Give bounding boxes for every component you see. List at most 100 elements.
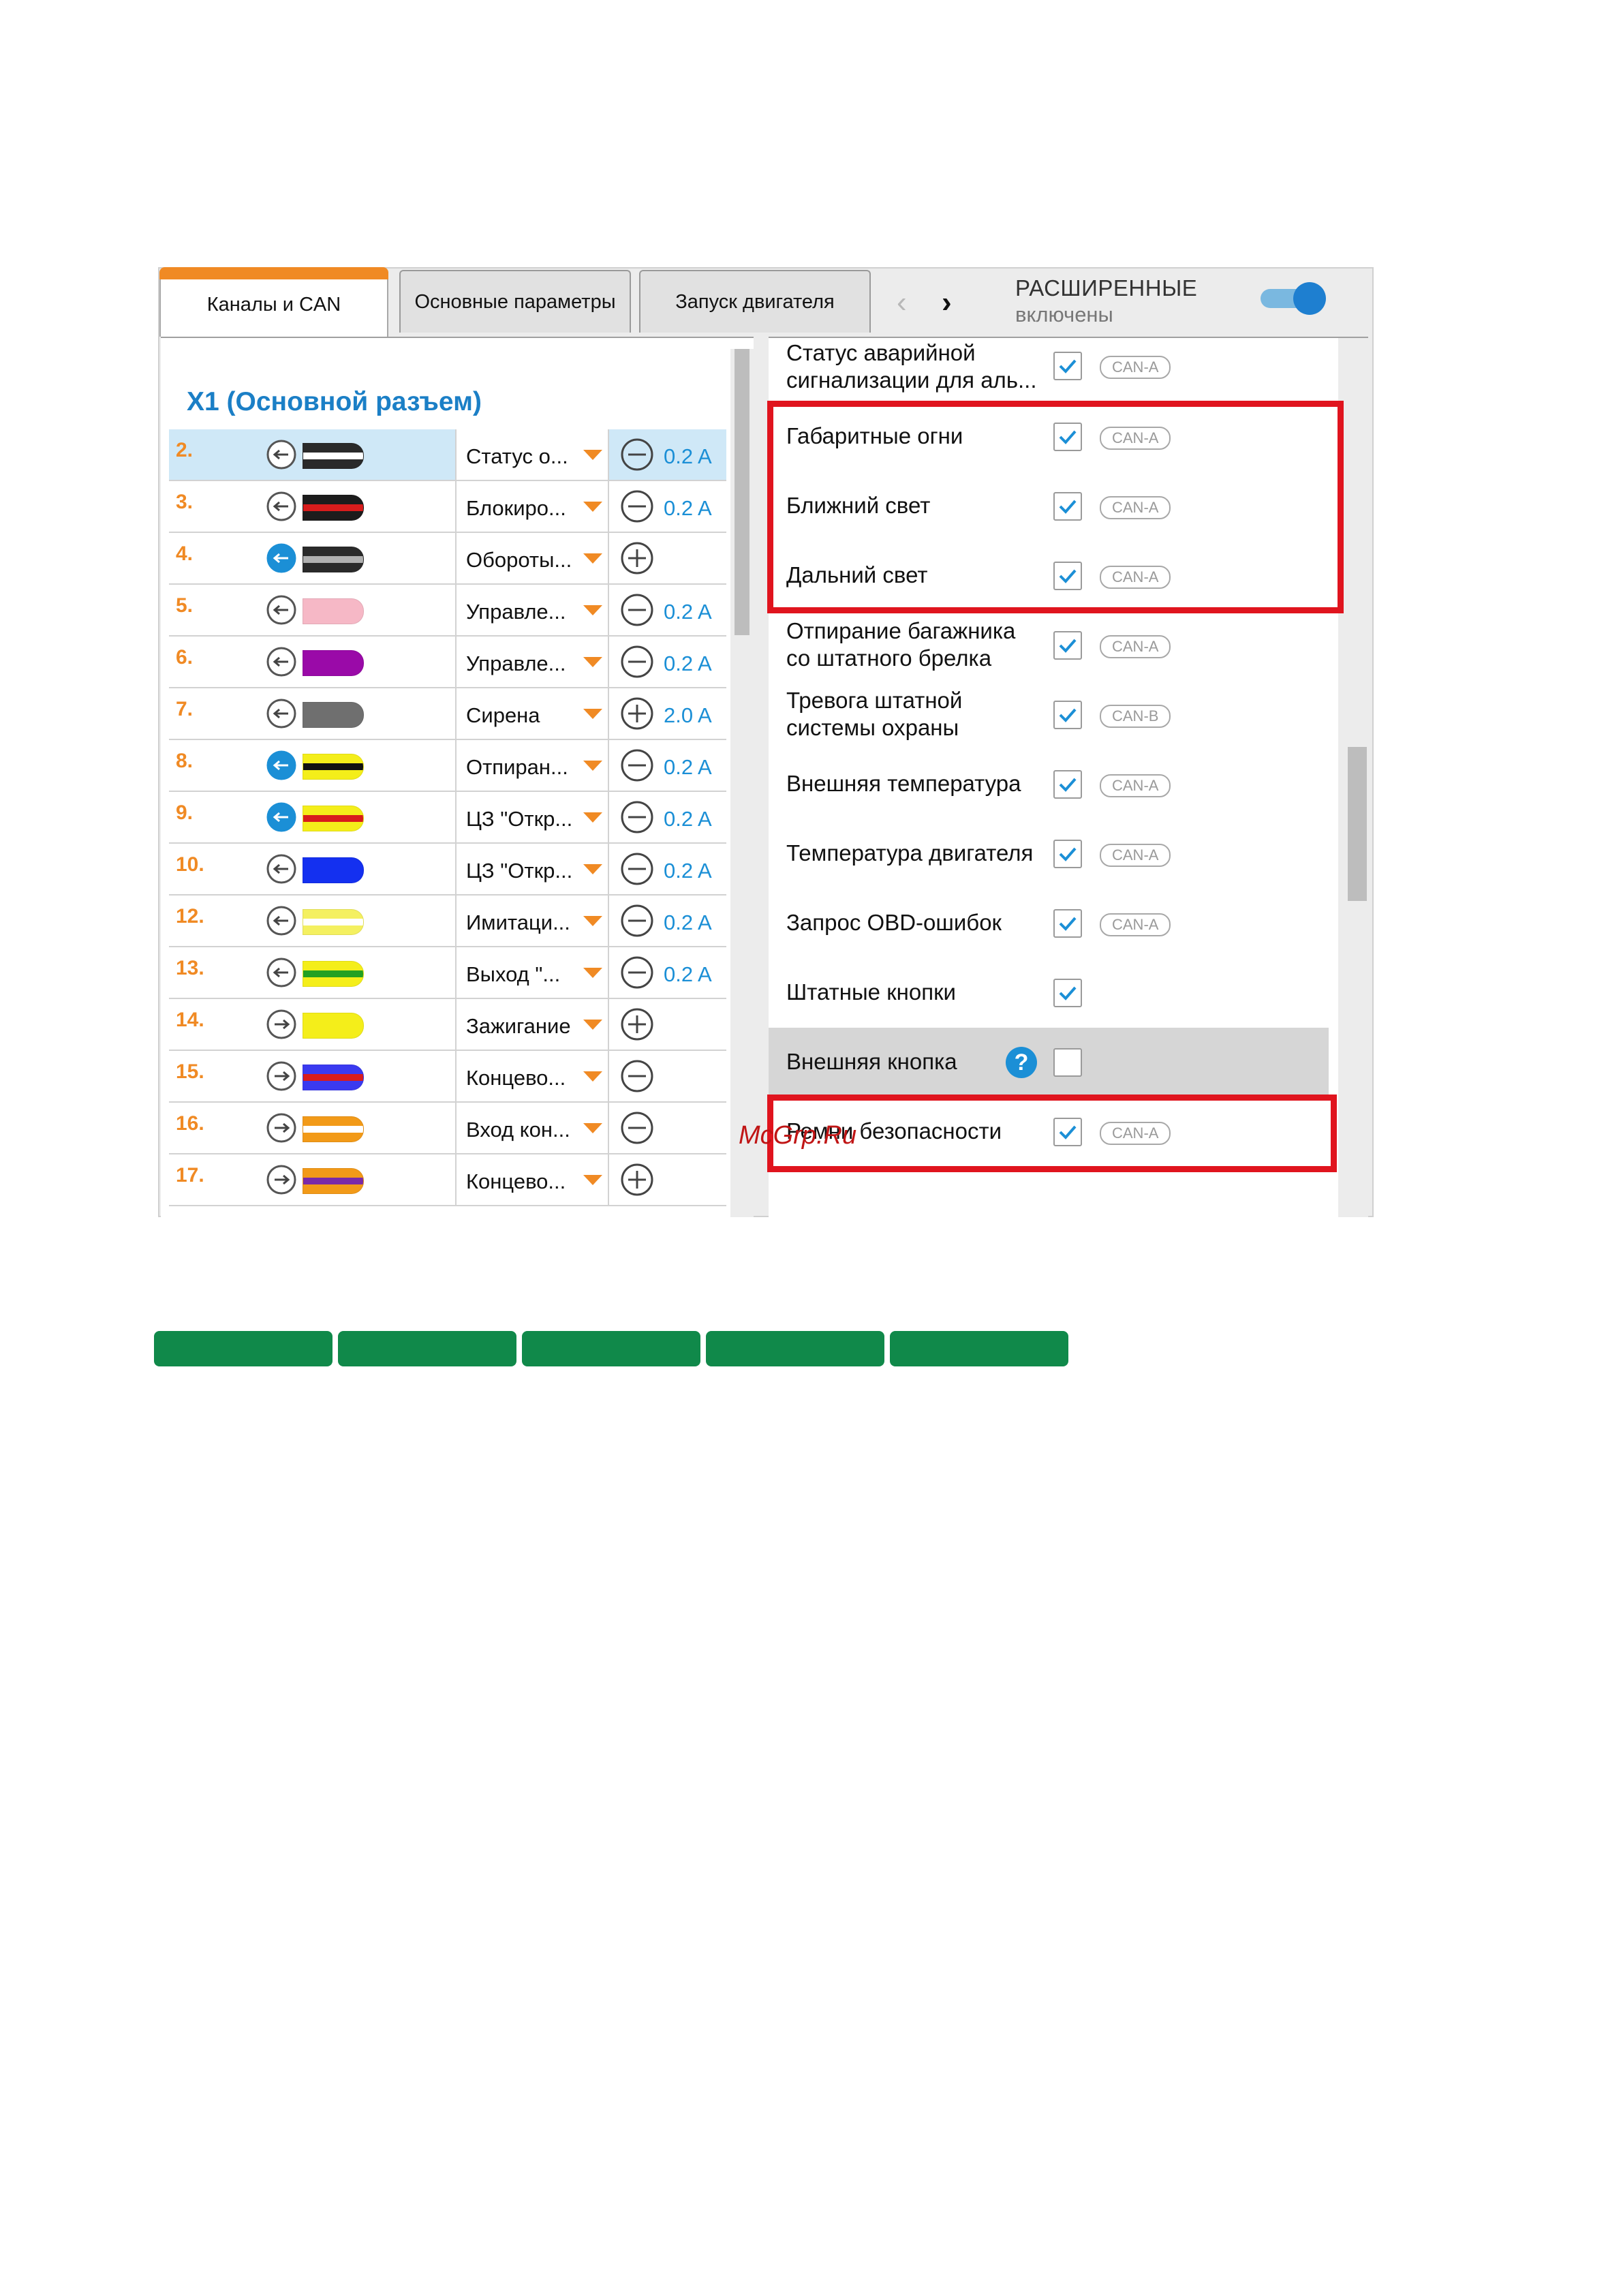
plus-circle-icon[interactable]	[620, 1163, 654, 1197]
chevron-left-icon[interactable]: ‹	[897, 282, 907, 323]
advanced-toggle[interactable]	[1261, 282, 1326, 315]
input-arrow-icon[interactable]	[266, 542, 297, 574]
function-select[interactable]: Статус о...	[455, 429, 609, 480]
function-select[interactable]: Зажигание	[455, 999, 609, 1050]
tab-main-params[interactable]: Основные параметры	[399, 270, 631, 333]
feature-checkbox[interactable]	[1053, 770, 1082, 799]
minus-circle-icon[interactable]	[620, 852, 654, 886]
table-row[interactable]: 9. ЦЗ "Откр... 0.2 A	[169, 792, 726, 844]
input-arrow-icon[interactable]	[266, 801, 297, 833]
green-button[interactable]	[890, 1331, 1068, 1366]
feature-checkbox[interactable]	[1053, 631, 1082, 660]
feature-checkbox[interactable]	[1053, 909, 1082, 938]
output-arrow-icon[interactable]	[266, 1009, 297, 1040]
minus-circle-icon[interactable]	[620, 438, 654, 472]
minus-circle-icon[interactable]	[620, 645, 654, 679]
tab-engine-start[interactable]: Запуск двигателя	[639, 270, 871, 333]
function-select[interactable]: Имитаци...	[455, 896, 609, 946]
table-row[interactable]: 4. Обороты...	[169, 533, 726, 585]
green-button[interactable]	[522, 1331, 700, 1366]
function-select[interactable]: Управле...	[455, 585, 609, 635]
dropdown-arrow-icon[interactable]	[583, 968, 602, 978]
feature-checkbox[interactable]	[1053, 701, 1082, 729]
green-button[interactable]	[706, 1331, 884, 1366]
table-row[interactable]: 6. Управле... 0.2 A	[169, 637, 726, 688]
input-arrow-icon[interactable]	[266, 439, 297, 470]
minus-circle-icon[interactable]	[620, 1111, 654, 1145]
table-row[interactable]: 10. ЦЗ "Откр... 0.2 A	[169, 844, 726, 896]
plus-circle-icon[interactable]	[620, 541, 654, 575]
table-row[interactable]: 12. Имитаци... 0.2 A	[169, 896, 726, 947]
function-select[interactable]: Управле...	[455, 637, 609, 687]
table-row[interactable]: 3. Блокиро... 0.2 A	[169, 481, 726, 533]
table-row[interactable]: 17. Концево...	[169, 1154, 726, 1206]
input-arrow-icon[interactable]	[266, 594, 297, 626]
table-row[interactable]: 14. Зажигание	[169, 999, 726, 1051]
input-arrow-icon[interactable]	[266, 646, 297, 677]
minus-circle-icon[interactable]	[620, 489, 654, 523]
dropdown-arrow-icon[interactable]	[583, 916, 602, 926]
minus-circle-icon[interactable]	[620, 800, 654, 834]
function-label: Сирена	[466, 703, 540, 727]
dropdown-arrow-icon[interactable]	[583, 502, 602, 512]
input-arrow-icon[interactable]	[266, 905, 297, 936]
dropdown-arrow-icon[interactable]	[583, 450, 602, 460]
dropdown-arrow-icon[interactable]	[583, 1175, 602, 1185]
table-row[interactable]: 13. Выход "... 0.2 A	[169, 947, 726, 999]
green-button[interactable]	[338, 1331, 516, 1366]
dropdown-arrow-icon[interactable]	[583, 1123, 602, 1133]
table-row[interactable]: 7. Сирена 2.0 A	[169, 688, 726, 740]
feature-checkbox[interactable]	[1053, 352, 1082, 380]
dropdown-arrow-icon[interactable]	[583, 864, 602, 874]
feature-checkbox[interactable]	[1053, 979, 1082, 1007]
table-row[interactable]: 5. Управле... 0.2 A	[169, 585, 726, 637]
help-icon[interactable]: ?	[1006, 1047, 1037, 1078]
output-arrow-icon[interactable]	[266, 1112, 297, 1144]
function-select[interactable]: Сирена	[455, 688, 609, 739]
table-row[interactable]: 15. Концево...	[169, 1051, 726, 1103]
minus-circle-icon[interactable]	[620, 904, 654, 938]
table-row[interactable]: 16. Вход кон...	[169, 1103, 726, 1154]
function-select[interactable]: Концево...	[455, 1154, 609, 1205]
function-select[interactable]: Блокиро...	[455, 481, 609, 532]
right-scrollbar-thumb[interactable]	[1348, 747, 1367, 901]
dropdown-arrow-icon[interactable]	[583, 1071, 602, 1082]
dropdown-arrow-icon[interactable]	[583, 553, 602, 564]
input-arrow-icon[interactable]	[266, 957, 297, 988]
table-row[interactable]: 2. Статус о... 0.2 A	[169, 429, 726, 481]
function-select[interactable]: Отпиран...	[455, 740, 609, 791]
minus-circle-icon[interactable]	[620, 1059, 654, 1093]
function-select[interactable]: ЦЗ "Откр...	[455, 844, 609, 894]
feature-checkbox[interactable]	[1053, 1048, 1082, 1077]
table-row[interactable]: 8. Отпиран... 0.2 A	[169, 740, 726, 792]
green-button[interactable]	[154, 1331, 333, 1366]
input-arrow-icon[interactable]	[266, 698, 297, 729]
left-scrollbar-thumb[interactable]	[735, 349, 749, 635]
dropdown-arrow-icon[interactable]	[583, 709, 602, 719]
input-arrow-icon[interactable]	[266, 750, 297, 781]
input-arrow-icon[interactable]	[266, 491, 297, 522]
input-arrow-icon[interactable]	[266, 853, 297, 885]
function-select[interactable]: Вход кон...	[455, 1103, 609, 1153]
minus-circle-icon[interactable]	[620, 955, 654, 990]
output-arrow-icon[interactable]	[266, 1060, 297, 1092]
function-select[interactable]: ЦЗ "Откр...	[455, 792, 609, 842]
function-select[interactable]: Концево...	[455, 1051, 609, 1101]
dropdown-arrow-icon[interactable]	[583, 812, 602, 823]
plus-circle-icon[interactable]	[620, 1007, 654, 1041]
minus-circle-icon[interactable]	[620, 593, 654, 627]
tab-channels-can[interactable]: Каналы и CAN	[159, 267, 388, 337]
plus-circle-icon[interactable]	[620, 697, 654, 731]
dropdown-arrow-icon[interactable]	[583, 761, 602, 771]
function-select[interactable]: Обороты...	[455, 533, 609, 583]
wire-stripe	[303, 1178, 363, 1184]
dropdown-arrow-icon[interactable]	[583, 657, 602, 667]
dropdown-arrow-icon[interactable]	[583, 1020, 602, 1030]
channel-number: 5.	[176, 594, 194, 617]
chevron-right-icon[interactable]: ›	[942, 282, 952, 323]
feature-checkbox[interactable]	[1053, 840, 1082, 868]
output-arrow-icon[interactable]	[266, 1164, 297, 1195]
function-select[interactable]: Выход "...	[455, 947, 609, 998]
minus-circle-icon[interactable]	[620, 748, 654, 782]
dropdown-arrow-icon[interactable]	[583, 605, 602, 615]
